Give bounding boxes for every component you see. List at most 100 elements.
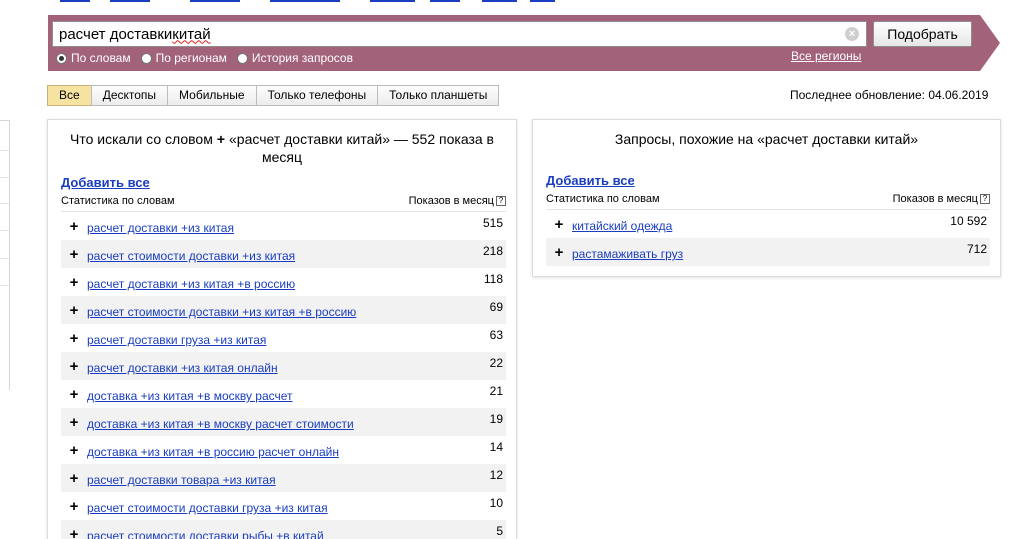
impressions-count: 14 [489,440,503,454]
add-phrase-plus-icon[interactable]: + [61,498,87,515]
banner-arrow [980,15,1000,71]
table-row: + растамаживать груз 712 [546,238,990,266]
add-phrase-plus-icon[interactable]: + [61,358,87,375]
side-panel-divider [0,258,10,259]
impressions-count: 22 [489,356,503,370]
phrase-link[interactable]: китайский одежда [572,215,672,233]
table-body: + китайский одежда 10 592 + растамаживать гр… [546,210,990,266]
table-row: + расчет стоимости доставки рыбы +в китай… [61,520,506,539]
top-nav-remnant [0,0,1031,4]
tab-desktops[interactable]: Десктопы [90,85,169,106]
add-phrase-plus-icon[interactable]: + [61,330,87,347]
mode-history[interactable]: История запросов [236,51,353,65]
table-row: + расчет доставки груза +из китая 63 [61,324,506,352]
search-query-text: расчет доставки [59,25,173,43]
col-phrase-header: Статистика по словам [546,193,660,205]
table-row: + китайский одежда 10 592 [546,210,990,238]
table-row: + доставка +из китая +в москву расчет сто… [61,408,506,436]
mode-by-regions[interactable]: По регионам [140,51,227,65]
phrase-link[interactable]: доставка +из китая +в москву расчет стои… [87,413,354,431]
phrase-link[interactable]: расчет стоимости доставки +из китая +в р… [87,301,356,319]
table-body: + расчет доставки +из китая 515 + расчет сто… [61,212,506,539]
panel-title: Запросы, похожие на «расчет доставки кит… [614,131,919,147]
impressions-count: 5 [496,524,503,538]
side-panel-divider [0,285,10,286]
side-panel-edge [0,120,10,390]
tab-phones-only[interactable]: Только телефоны [255,85,379,106]
add-phrase-plus-icon[interactable]: + [61,386,87,403]
last-update-text: Последнее обновление: 04.06.2019 [790,88,989,102]
phrase-link[interactable]: доставка +из китая +в москву расчет [87,385,293,403]
tab-tablets-only[interactable]: Только планшеты [377,85,500,106]
impressions-count: 19 [489,412,503,426]
col-phrase-header: Статистика по словам [61,195,175,207]
phrase-link[interactable]: расчет доставки +из китая +в россию [87,273,295,291]
device-tabs: Все Десктопы Мобильные Только телефоны Т… [47,85,500,106]
help-icon[interactable]: ? [980,194,990,205]
table-row: + расчет доставки +из китая +в россию 118 [61,268,506,296]
table-header: Статистика по словам Показов в месяц? [61,195,506,212]
table-row: + доставка +из китая +в россию расчет онл… [61,436,506,464]
impressions-count: 10 [489,496,503,510]
side-panel-divider [0,230,10,231]
radio-icon [56,52,67,64]
phrase-link[interactable]: расчет стоимости доставки рыбы +в китай [87,525,324,539]
tab-mobile[interactable]: Мобильные [167,85,257,106]
search-mode-group: По словам По регионам История запросов [56,50,353,66]
add-phrase-plus-icon[interactable]: + [61,302,87,319]
search-input[interactable]: расчет доставки китай × [52,21,867,47]
impressions-count: 12 [489,468,503,482]
radio-icon [236,52,248,64]
search-query-misspelled: китай [172,25,211,43]
add-phrase-plus-icon[interactable]: + [61,246,87,263]
impressions-count: 63 [489,328,503,342]
add-phrase-plus-icon[interactable]: + [61,218,87,235]
phrase-link[interactable]: расчет стоимости доставки груза +из кита… [87,497,328,515]
add-phrase-plus-icon[interactable]: + [61,470,87,487]
col-count-header: Показов в месяц? [409,195,506,207]
impressions-count: 10 592 [950,214,987,228]
side-panel-divider [0,203,10,204]
impressions-count: 218 [482,244,503,258]
table-row: + расчет доставки +из китая 515 [61,212,506,240]
phrase-link[interactable]: расчет доставки +из китая онлайн [87,357,278,375]
add-phrase-plus-icon[interactable]: + [546,216,572,233]
phrase-link[interactable]: расчет доставки +из китая [87,217,234,235]
table-header: Статистика по словам Показов в месяц? [546,193,990,210]
add-phrase-plus-icon[interactable]: + [61,442,87,459]
help-icon[interactable]: ? [496,196,506,207]
add-phrase-plus-icon[interactable]: + [546,244,572,261]
add-all-link[interactable]: Добавить все [61,175,516,190]
radio-icon [140,52,152,64]
table-row: + расчет стоимости доставки +из китая 218 [61,240,506,268]
table-row: + расчет стоимости доставки груза +из кит… [61,492,506,520]
all-regions-link[interactable]: Все регионы [791,49,861,63]
impressions-count: 69 [489,300,503,314]
similar-queries-panel: Запросы, похожие на «расчет доставки кит… [532,119,1001,277]
impressions-count: 118 [483,272,503,286]
phrase-link[interactable]: расчет доставки груза +из китая [87,329,266,347]
phrase-link[interactable]: расчет стоимости доставки +из китая [87,245,295,263]
phrase-link[interactable]: растамаживать груз [572,243,683,261]
plus-icon: + [216,131,226,147]
col-count-header: Показов в месяц? [893,193,990,205]
add-phrase-plus-icon[interactable]: + [61,526,87,539]
add-all-link[interactable]: Добавить все [546,173,1000,188]
add-phrase-plus-icon[interactable]: + [61,274,87,291]
table-row: + расчет доставки товара +из китая 12 [61,464,506,492]
panel-title: Что искали со словом + «расчет доставки ки… [70,131,494,165]
tab-all[interactable]: Все [47,85,92,106]
phrase-link[interactable]: расчет доставки товара +из китая [87,469,276,487]
impressions-count: 712 [966,242,987,256]
mode-by-words[interactable]: По словам [56,51,131,65]
submit-button[interactable]: Подобрать [873,21,972,47]
add-phrase-plus-icon[interactable]: + [61,414,87,431]
table-row: + доставка +из китая +в москву расчет 21 [61,380,506,408]
side-panel-divider [0,150,10,151]
related-words-panel: Что искали со словом + «расчет доставки ки… [47,119,517,539]
clear-icon[interactable]: × [845,27,859,41]
impressions-count: 515 [482,216,503,230]
phrase-link[interactable]: доставка +из китая +в россию расчет онла… [87,441,339,459]
impressions-count: 21 [489,384,503,398]
side-panel-divider [0,177,10,178]
